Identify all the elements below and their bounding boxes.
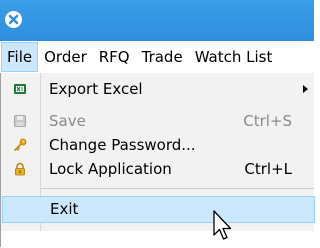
menu-trade[interactable]: Trade (136, 42, 189, 72)
submenu-arrow-icon (303, 85, 308, 93)
excel-icon (12, 81, 28, 97)
window-content-area (1, 231, 315, 247)
menu-item-label: Change Password... (49, 136, 196, 154)
menu-item-label: Lock Application (49, 160, 172, 178)
file-dropdown-menu: Export Excel Save Ctrl+S Change Password… (0, 73, 315, 247)
menu-item-change-password[interactable]: Change Password... (1, 133, 314, 157)
menu-item-save[interactable]: Save Ctrl+S (1, 109, 314, 133)
menu-item-label: Export Excel (49, 80, 143, 98)
menu-item-shortcut: Ctrl+L (244, 160, 292, 178)
menu-item-lock-application[interactable]: Lock Application Ctrl+L (1, 157, 314, 181)
menu-file[interactable]: File (1, 42, 39, 72)
title-bar (0, 0, 314, 41)
menu-item-label: Exit (50, 200, 79, 218)
app-close-icon[interactable] (5, 11, 22, 28)
mouse-pointer-icon (212, 210, 236, 244)
menu-item-export-excel[interactable]: Export Excel (1, 77, 314, 101)
menu-order[interactable]: Order (38, 42, 93, 72)
menu-bar: File Order RFQ Trade Watch List (0, 41, 314, 73)
menu-item-exit[interactable]: Exit (2, 196, 315, 223)
menu-item-shortcut: Ctrl+S (243, 112, 292, 130)
menu-separator (41, 188, 314, 189)
menu-rfq[interactable]: RFQ (93, 42, 136, 72)
save-icon (12, 113, 28, 129)
key-icon (12, 137, 28, 153)
lock-icon (12, 161, 28, 177)
menu-watch-list[interactable]: Watch List (189, 42, 279, 72)
menu-item-label: Save (49, 112, 86, 130)
